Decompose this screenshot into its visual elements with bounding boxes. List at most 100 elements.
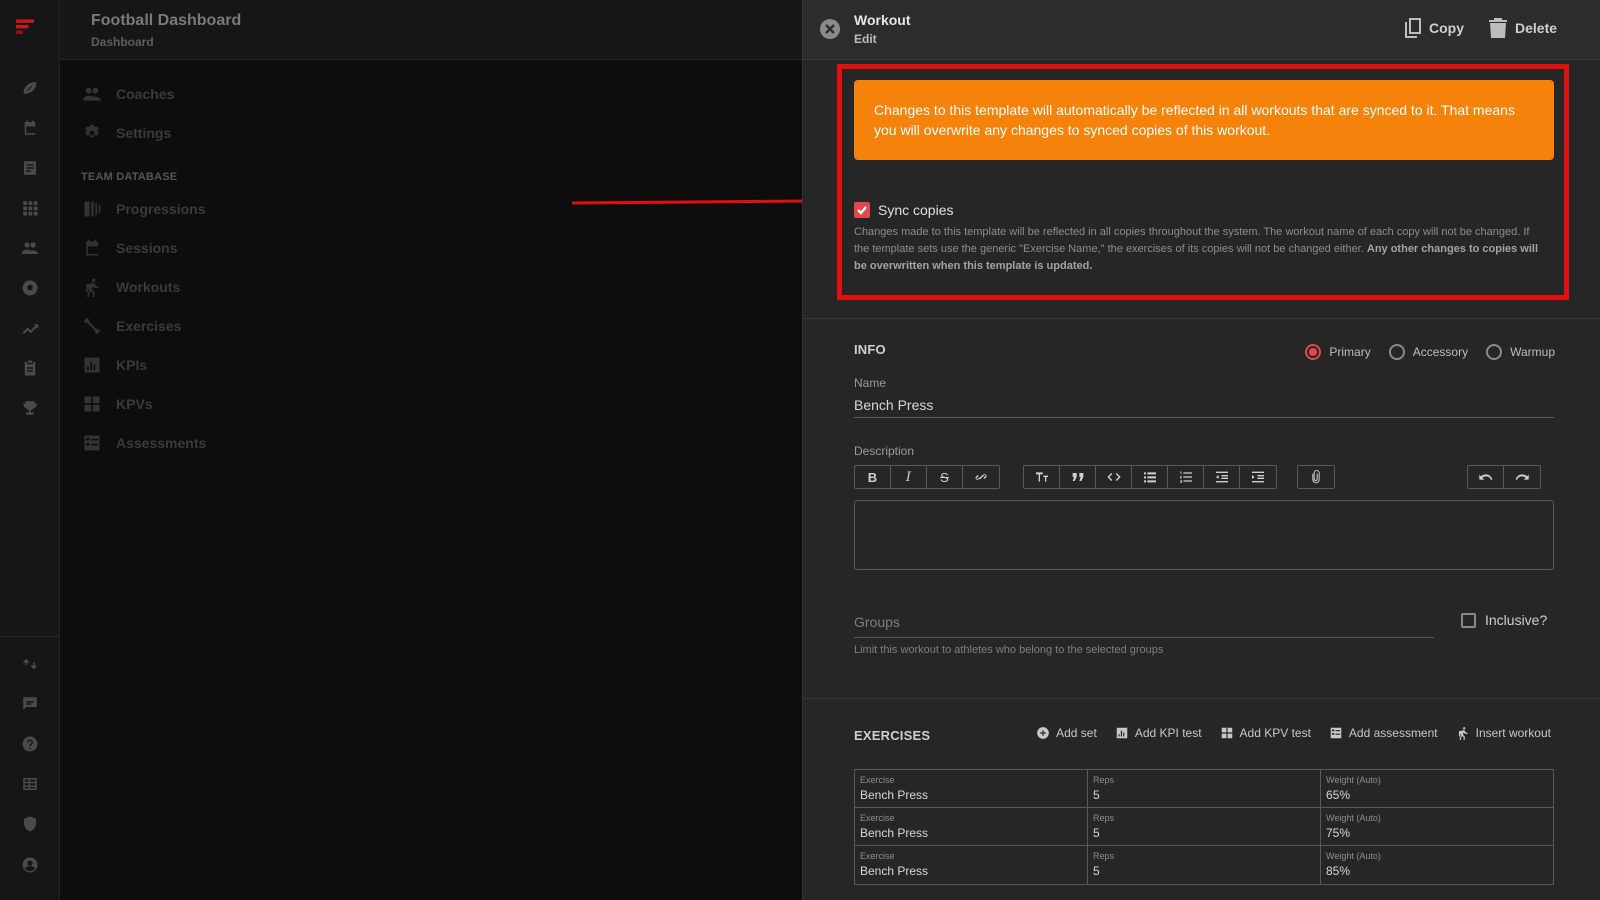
calendar-icon[interactable] xyxy=(20,118,40,138)
numbered-list-button[interactable] xyxy=(1168,466,1204,488)
grid-icon xyxy=(1221,727,1232,739)
exercise-actions: Add set Add KPI test Add KPV test Add as… xyxy=(1018,726,1551,740)
sync-copies-checkbox[interactable] xyxy=(854,202,870,218)
redo-button[interactable] xyxy=(1504,466,1540,488)
copy-button[interactable]: Copy xyxy=(1403,18,1464,38)
exercise-cell[interactable]: Exercise Bench Press xyxy=(855,770,1088,807)
apps-grid-icon[interactable] xyxy=(20,198,40,218)
weight-cell[interactable]: Weight (Auto) 75% xyxy=(1321,808,1553,845)
exercise-cell[interactable]: Exercise Bench Press xyxy=(855,808,1088,845)
drawer-header: Workout Edit Copy Delete xyxy=(803,0,1600,60)
groups-input[interactable]: Groups xyxy=(854,614,1434,638)
shield-icon[interactable] xyxy=(20,814,40,834)
strikethrough-button[interactable]: S xyxy=(927,466,963,488)
description-editor[interactable] xyxy=(854,500,1554,570)
table-row: Exercise Bench Press Reps 5 Weight (Auto) 6… xyxy=(855,770,1553,808)
inclusive-checkbox[interactable]: Inclusive? xyxy=(1461,612,1547,628)
numbered-list-icon xyxy=(1179,471,1192,483)
format-toolbar-history xyxy=(1467,465,1541,489)
icon-rail xyxy=(0,0,60,900)
weight-cell[interactable]: Weight (Auto) 85% xyxy=(1321,846,1553,884)
account-icon[interactable] xyxy=(20,855,40,875)
copy-icon xyxy=(1405,18,1421,38)
table-row: Exercise Bench Press Reps 5 Weight (Auto) 8… xyxy=(855,846,1553,884)
format-toolbar-blocks xyxy=(1023,465,1277,489)
menu-item-progressions[interactable]: Progressions xyxy=(82,197,205,221)
table-row: Exercise Bench Press Reps 5 Weight (Auto) 7… xyxy=(855,808,1553,846)
link-button[interactable] xyxy=(963,466,999,488)
help-icon[interactable] xyxy=(20,734,40,754)
menu-item-kpvs[interactable]: KPVs xyxy=(82,392,153,416)
undo-icon xyxy=(1478,474,1492,480)
heading-button[interactable] xyxy=(1024,466,1060,488)
bullet-list-button[interactable] xyxy=(1132,466,1168,488)
add-assessment-button[interactable]: Add assessment xyxy=(1329,726,1438,740)
logo-icon[interactable] xyxy=(16,18,42,44)
cell-label: Exercise xyxy=(860,813,895,823)
reps-cell[interactable]: Reps 5 xyxy=(1088,808,1321,845)
progressions-icon xyxy=(84,201,101,217)
chat-icon[interactable] xyxy=(20,694,40,714)
app-title: Football Dashboard xyxy=(91,12,242,29)
soccer-ball-icon[interactable] xyxy=(20,278,40,298)
cell-label: Reps xyxy=(1093,851,1115,861)
app-root: Football Dashboard Dashboard Coaches Set… xyxy=(0,0,1600,900)
table-icon[interactable] xyxy=(20,774,40,794)
menu-item-settings[interactable]: Settings xyxy=(82,121,171,145)
exercise-table: Exercise Bench Press Reps 5 Weight (Auto) 6… xyxy=(854,769,1554,885)
name-field[interactable]: Bench Press xyxy=(854,394,1554,418)
italic-button[interactable]: I xyxy=(891,466,927,488)
info-heading: INFO xyxy=(854,342,886,357)
notes-icon[interactable] xyxy=(20,158,40,178)
calendar-icon xyxy=(86,239,98,256)
menu-item-label: Settings xyxy=(116,125,172,141)
weight-cell[interactable]: Weight (Auto) 65% xyxy=(1321,770,1553,807)
add-kpv-test-button[interactable]: Add KPV test xyxy=(1220,726,1311,740)
reps-cell[interactable]: Reps 5 xyxy=(1088,770,1321,807)
football-icon[interactable] xyxy=(20,78,40,98)
workout-type-radio-group: Primary Accessory Warmup xyxy=(1287,344,1555,360)
add-set-button[interactable]: Add set xyxy=(1036,726,1097,740)
menu-item-label: KPVs xyxy=(116,396,153,412)
radio-accessory[interactable]: Accessory xyxy=(1388,344,1469,360)
breadcrumb[interactable]: Dashboard xyxy=(91,35,154,49)
trending-icon[interactable] xyxy=(20,318,40,338)
quote-button[interactable] xyxy=(1060,466,1096,488)
cell-value: 5 xyxy=(1093,864,1100,878)
indent-button[interactable] xyxy=(1240,466,1276,488)
menu-item-assessments[interactable]: Assessments xyxy=(82,431,206,455)
trophy-icon[interactable] xyxy=(20,398,40,418)
close-button[interactable] xyxy=(820,19,840,39)
clipboard-icon[interactable] xyxy=(20,358,40,378)
delete-button[interactable]: Delete xyxy=(1489,18,1557,38)
groups-help-text: Limit this workout to athletes who belon… xyxy=(854,644,1164,656)
cell-value: 5 xyxy=(1093,826,1100,840)
section-heading: TEAM DATABASE xyxy=(81,171,178,183)
menu-item-kpis[interactable]: KPIs xyxy=(82,353,147,377)
cell-label: Reps xyxy=(1093,813,1115,823)
close-icon xyxy=(825,24,835,34)
menu-item-coaches[interactable]: Coaches xyxy=(82,82,174,106)
menu-item-exercises[interactable]: Exercises xyxy=(82,314,181,338)
add-assessment-label: Add assessment xyxy=(1348,726,1438,740)
exercise-cell[interactable]: Exercise Bench Press xyxy=(855,846,1088,884)
team-icon[interactable] xyxy=(20,238,40,258)
add-kpi-test-button[interactable]: Add KPI test xyxy=(1115,726,1202,740)
description-label: Description xyxy=(854,444,915,458)
insert-workout-button[interactable]: Insert workout xyxy=(1456,726,1551,740)
bold-button[interactable]: B xyxy=(855,466,891,488)
radio-primary[interactable]: Primary xyxy=(1305,344,1371,360)
menu-item-sessions[interactable]: Sessions xyxy=(82,236,177,260)
radio-label: Accessory xyxy=(1412,345,1469,359)
attach-button[interactable] xyxy=(1298,466,1334,488)
outdent-button[interactable] xyxy=(1204,466,1240,488)
undo-button[interactable] xyxy=(1468,466,1504,488)
sync-copies-label[interactable]: Sync copies xyxy=(878,202,953,218)
reps-cell[interactable]: Reps 5 xyxy=(1088,846,1321,884)
code-button[interactable] xyxy=(1096,466,1132,488)
switch-icon[interactable] xyxy=(20,654,40,674)
menu-item-workouts[interactable]: Workouts xyxy=(82,275,180,299)
radio-warmup[interactable]: Warmup xyxy=(1486,344,1555,360)
inclusive-checkbox-box[interactable] xyxy=(1461,612,1476,628)
menu-item-label: Progressions xyxy=(116,201,206,217)
